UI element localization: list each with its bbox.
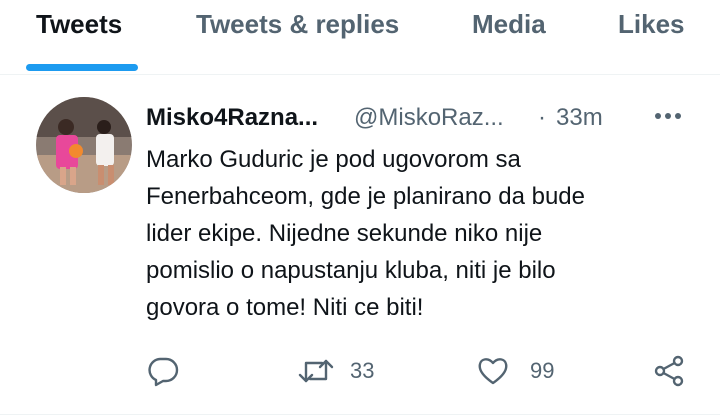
heart-icon <box>478 358 508 385</box>
display-name[interactable]: Misko4Razna... <box>146 103 318 133</box>
more-options-icon[interactable] <box>650 101 686 131</box>
tweet-divider <box>0 414 720 415</box>
tab-tweets-and-replies[interactable]: Tweets & replies <box>196 8 399 40</box>
user-handle[interactable]: @MiskoRaz... <box>354 103 504 133</box>
profile-tabs: Tweets Tweets & replies Media Likes <box>0 0 720 74</box>
reply-icon <box>148 357 179 387</box>
share-icon <box>654 355 684 387</box>
avatar-image <box>36 97 132 193</box>
tab-tweets[interactable]: Tweets <box>36 8 122 40</box>
tweet[interactable]: Misko4Razna... @MiskoRaz... · 33m Marko … <box>0 75 720 415</box>
tab-media[interactable]: Media <box>472 8 546 40</box>
separator-dot: · <box>538 104 546 131</box>
retweet-icon <box>298 359 334 383</box>
avatar[interactable] <box>36 97 132 193</box>
tweet-actions: 33 99 <box>146 351 706 391</box>
tweet-header: Misko4Razna... @MiskoRaz... · 33m <box>146 103 700 137</box>
like-count: 99 <box>530 358 555 383</box>
tweet-text: Marko Guduric je pod ugovorom sa Fenerba… <box>146 146 585 321</box>
tweet-time[interactable]: 33m <box>556 103 603 133</box>
tab-likes[interactable]: Likes <box>618 8 685 40</box>
retweet-count: 33 <box>350 358 375 383</box>
active-tab-indicator <box>26 64 138 71</box>
